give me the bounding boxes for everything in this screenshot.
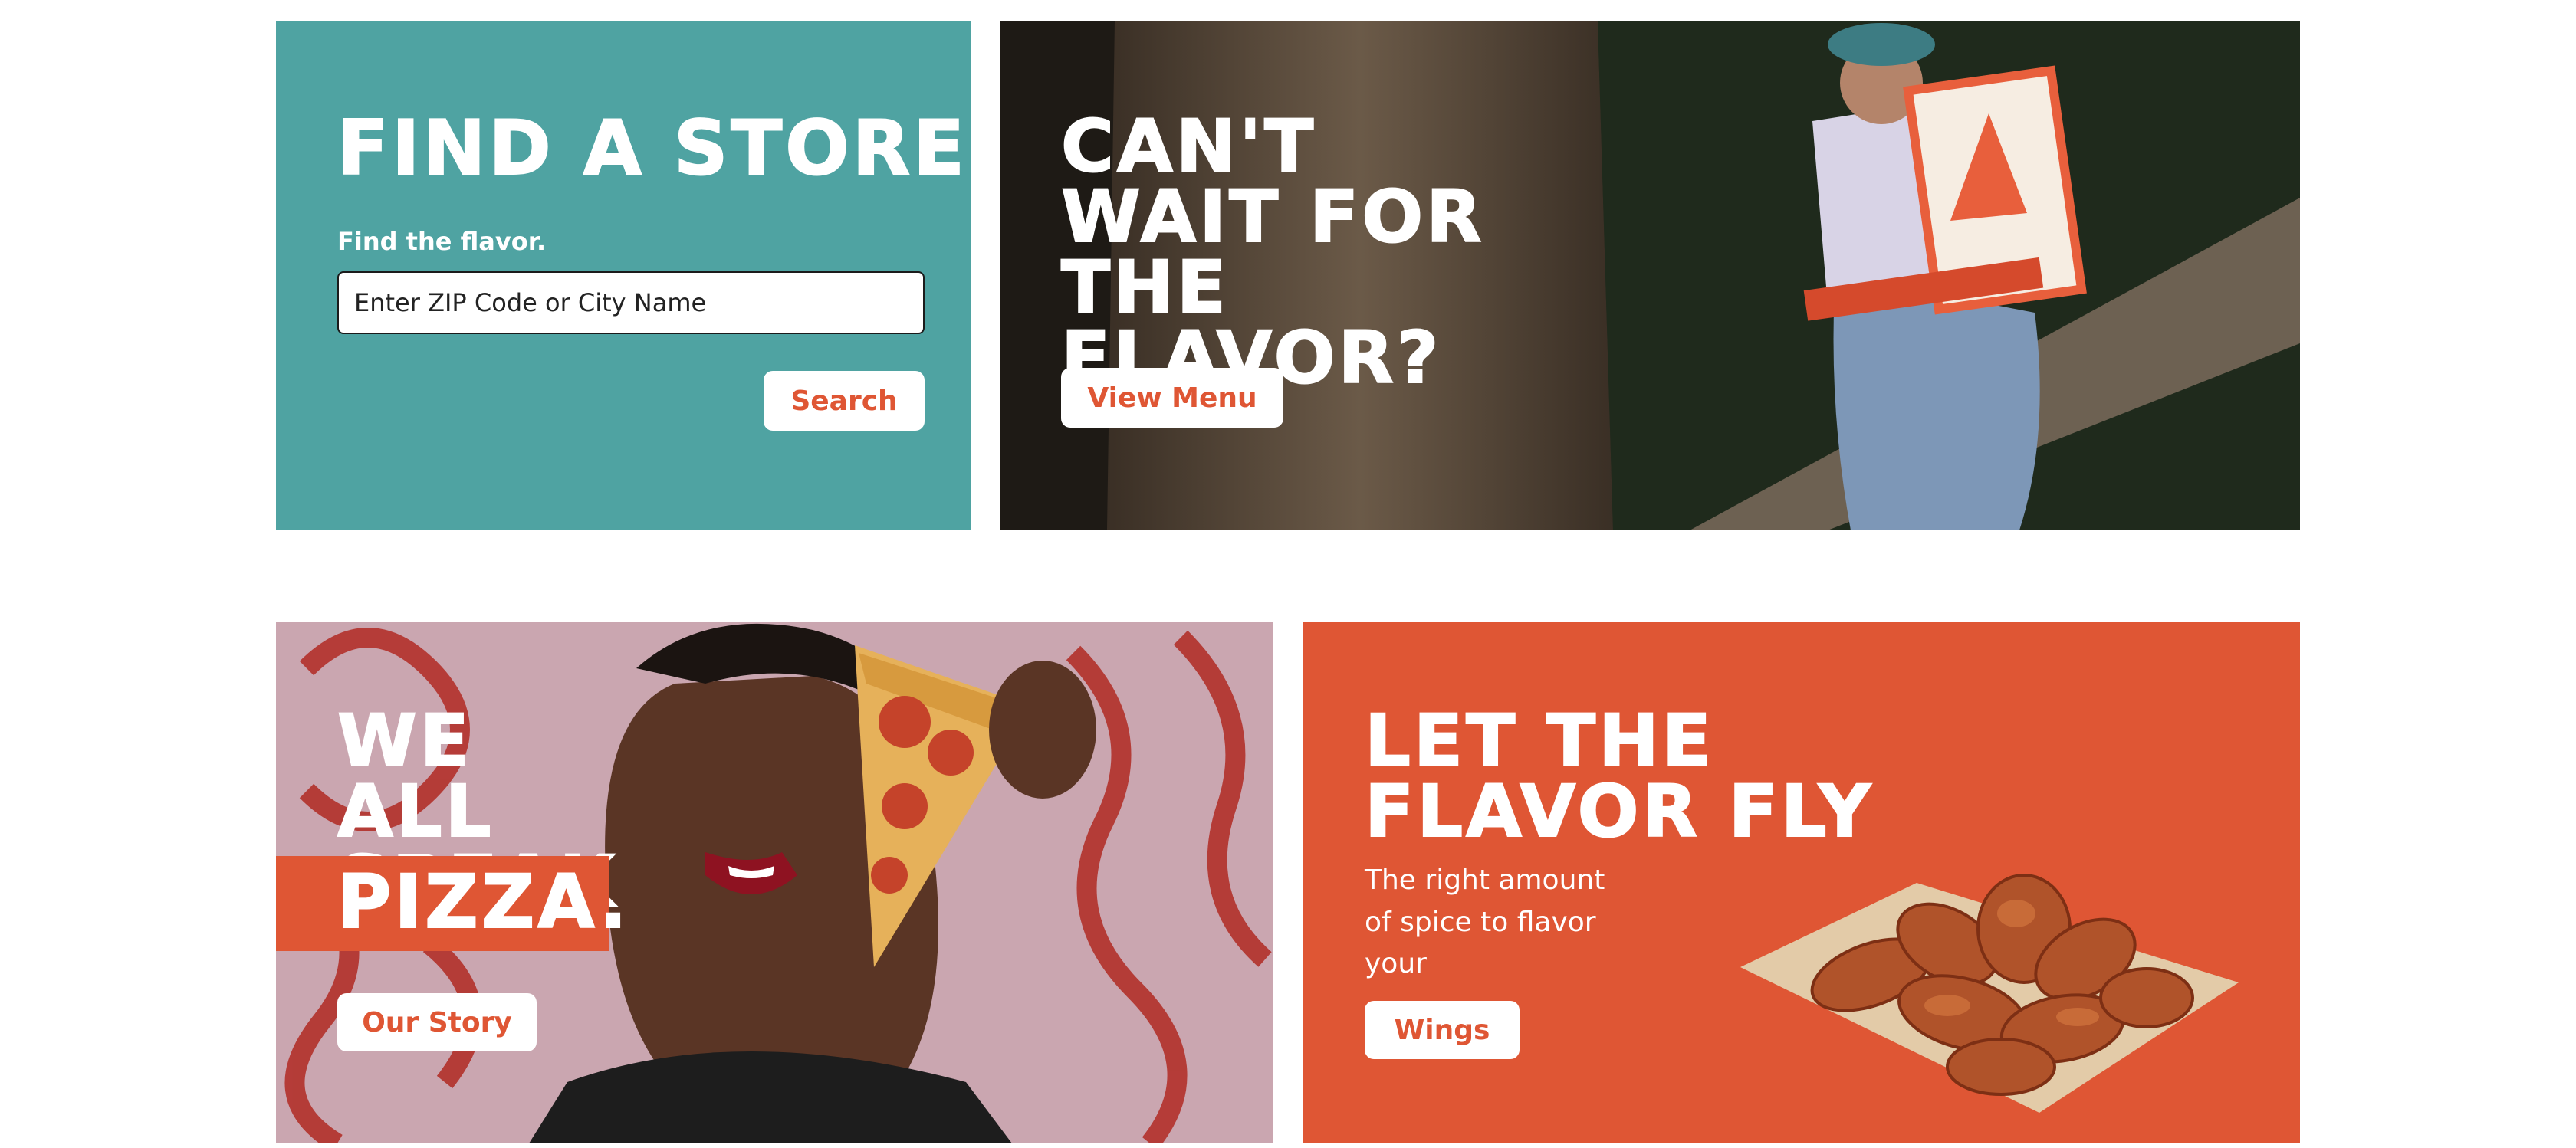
wings-description: The right amount of spice to flavor your bbox=[1365, 864, 1605, 980]
story-title-line2: PIZZA. bbox=[337, 859, 630, 945]
promo-grid: FIND A STORE Find the flavor. Search bbox=[0, 0, 2576, 1148]
find-store-subtitle: Find the flavor. bbox=[337, 227, 547, 256]
find-store-title: FIND A STORE bbox=[337, 105, 968, 192]
menu-promo-title: CAN'T WAIT FOR THE FLAVOR? bbox=[1060, 105, 1485, 401]
find-store-card: FIND A STORE Find the flavor. Search bbox=[276, 21, 971, 530]
zip-city-input[interactable] bbox=[337, 271, 925, 334]
chicken-wings-icon bbox=[1740, 874, 2239, 1113]
view-menu-button[interactable]: View Menu bbox=[1061, 368, 1283, 428]
wings-promo-title: LET THE FLAVOR FLY bbox=[1364, 700, 1875, 854]
search-button[interactable]: Search bbox=[764, 371, 925, 431]
wings-promo-card: LET THE FLAVOR FLY The right amount of s… bbox=[1303, 622, 2300, 1143]
story-promo-card: WE ALL SPEAK PIZZA. Our Story bbox=[276, 622, 1273, 1143]
wings-button[interactable]: Wings bbox=[1365, 1001, 1520, 1059]
our-story-button[interactable]: Our Story bbox=[337, 993, 537, 1051]
menu-promo-card: CAN'T WAIT FOR THE FLAVOR? View Menu bbox=[1000, 21, 2300, 530]
